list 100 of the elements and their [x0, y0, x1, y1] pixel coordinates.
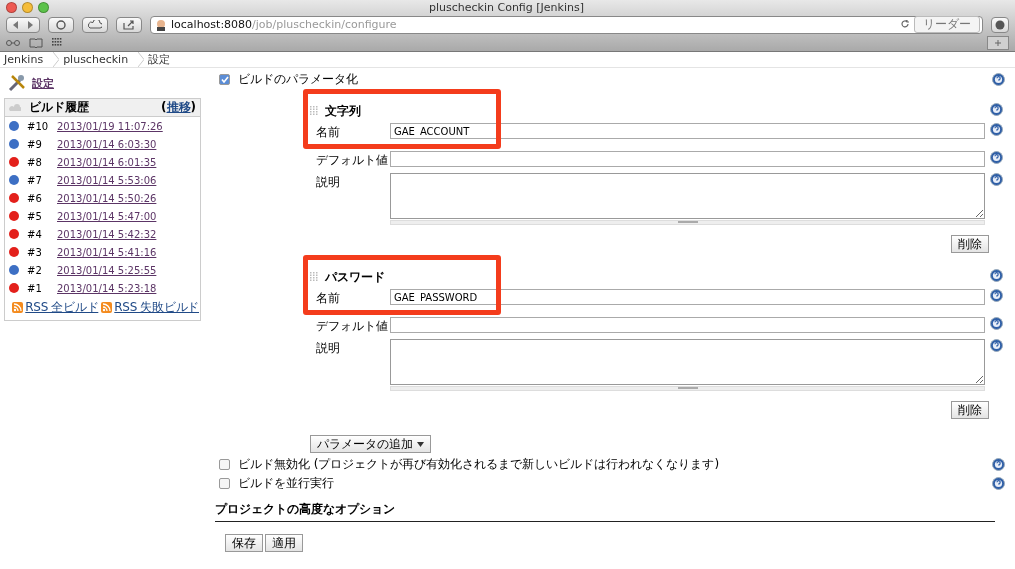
help-icon[interactable]	[989, 151, 1003, 164]
build-date-link[interactable]: 2013/01/14 6:01:35	[57, 156, 157, 168]
delete-button[interactable]: 削除	[951, 401, 989, 419]
build-number: #9	[27, 138, 43, 150]
rss-link[interactable]: RSS 失敗ビルド	[101, 299, 199, 316]
build-number: #4	[27, 228, 43, 240]
chevron-icon	[53, 52, 60, 67]
download-button[interactable]	[991, 16, 1009, 33]
help-icon[interactable]	[989, 269, 1003, 282]
build-date-link[interactable]: 2013/01/19 11:07:26	[57, 120, 163, 132]
default-value-field[interactable]	[390, 151, 985, 167]
address-field[interactable]: localhost:8080/job/pluscheckin/configure リーダー	[150, 15, 983, 34]
field-label: 説明	[315, 340, 341, 357]
build-date-link[interactable]: 2013/01/14 5:41:16	[57, 246, 157, 258]
delete-button[interactable]: 削除	[951, 235, 989, 253]
build-number: #2	[27, 264, 43, 276]
build-number: #1	[27, 282, 43, 294]
book-icon[interactable]	[29, 37, 43, 48]
add-parameter-button[interactable]: パラメータの追加	[310, 435, 431, 453]
cloud-button[interactable]	[82, 16, 108, 33]
build-number: #6	[27, 192, 43, 204]
trend-link[interactable]: 推移	[166, 100, 191, 114]
back-forward-button[interactable]	[6, 16, 40, 33]
build-number: #10	[27, 120, 50, 132]
close-icon[interactable]	[6, 1, 17, 13]
reader-button[interactable]: リーダー	[914, 16, 980, 33]
help-icon[interactable]	[989, 173, 1003, 186]
share-icon	[123, 19, 135, 30]
site-icon	[155, 18, 167, 31]
help-icon[interactable]	[989, 123, 1003, 136]
breadcrumb-link[interactable]: Jenkins	[0, 53, 54, 66]
check-icon	[220, 76, 229, 83]
build-date-link[interactable]: 2013/01/14 5:50:26	[57, 192, 157, 204]
rss-icon	[12, 302, 24, 313]
dot-icon	[995, 19, 1005, 30]
default-value-field[interactable]	[390, 317, 985, 333]
help-icon[interactable]	[989, 289, 1003, 302]
field-label: デフォルト値	[315, 318, 388, 335]
checkbox[interactable]	[219, 74, 230, 85]
checkbox-label: ビルドを並行実行	[238, 475, 335, 492]
breadcrumb-link[interactable]: 設定	[144, 52, 181, 67]
parameter-type: パスワード	[325, 268, 385, 286]
rss-icon	[101, 302, 113, 313]
breadcrumb-link[interactable]: pluscheckin	[59, 53, 139, 66]
build-date-link[interactable]: 2013/01/14 5:23:18	[57, 282, 157, 294]
arrows-icon	[12, 20, 34, 29]
chevron-icon	[138, 52, 145, 67]
browser-button[interactable]	[48, 16, 74, 33]
name-field[interactable]: GAE_ACCOUNT	[390, 123, 985, 139]
rss-link[interactable]: RSS 全ビルド	[12, 299, 99, 316]
settings-link[interactable]: 設定	[4, 74, 201, 92]
drag-handle-icon[interactable]	[310, 106, 319, 116]
scrollbar[interactable]	[390, 220, 985, 225]
caret-icon	[417, 441, 424, 447]
url-text: localhost:8080/job/pluscheckin/configure	[171, 18, 397, 31]
checkbox-label: ビルド無効化 (プロジェクトが再び有効化されるまで新しいビルドは行われなくなります)	[238, 456, 721, 473]
help-icon[interactable]	[992, 458, 1005, 471]
description-field[interactable]	[390, 339, 985, 385]
tools-icon	[8, 74, 26, 92]
checkbox-label: ビルドのパラメータ化	[238, 71, 359, 88]
help-icon[interactable]	[992, 477, 1005, 490]
checkbox[interactable]	[219, 459, 230, 470]
window-title: pluscheckin Config [Jenkins]	[428, 0, 585, 14]
build-date-link[interactable]: 2013/01/14 6:03:30	[57, 138, 157, 150]
build-number: #7	[27, 174, 43, 186]
build-number: #5	[27, 210, 43, 222]
help-icon[interactable]	[989, 339, 1003, 352]
panel-title: ビルド履歴	[29, 99, 90, 116]
reload-icon[interactable]	[901, 20, 910, 29]
field-label: 名前	[315, 124, 341, 141]
name-field[interactable]: GAE_PASSWORD	[390, 289, 985, 305]
section-title: プロジェクトの高度なオプション	[215, 495, 995, 522]
help-icon[interactable]	[992, 73, 1005, 86]
field-label: デフォルト値	[315, 152, 388, 169]
trend-label: (推移)	[161, 99, 196, 116]
grid-icon[interactable]	[52, 38, 62, 48]
build-date-link[interactable]: 2013/01/14 5:25:55	[57, 264, 157, 276]
help-icon[interactable]	[989, 103, 1003, 116]
glasses-icon[interactable]	[6, 39, 20, 47]
cloud-icon	[9, 103, 21, 112]
scrollbar[interactable]	[390, 386, 985, 391]
field-label: 名前	[315, 290, 341, 307]
share-button[interactable]	[116, 16, 142, 33]
build-date-link[interactable]: 2013/01/14 5:53:06	[57, 174, 157, 186]
minimize-icon[interactable]	[22, 1, 33, 13]
help-icon[interactable]	[989, 317, 1003, 330]
build-number: #3	[27, 246, 43, 258]
cloud-icon	[88, 20, 102, 29]
zoom-icon[interactable]	[38, 1, 49, 13]
checkbox[interactable]	[219, 478, 230, 489]
drag-handle-icon[interactable]	[310, 272, 319, 282]
build-date-link[interactable]: 2013/01/14 5:42:32	[57, 228, 157, 240]
form-button[interactable]: 適用	[265, 534, 303, 552]
form-button[interactable]: 保存	[225, 534, 263, 552]
description-field[interactable]	[390, 173, 985, 219]
circle-icon	[55, 19, 67, 30]
field-label: 説明	[315, 174, 341, 191]
parameter-type: 文字列	[325, 102, 361, 120]
build-number: #8	[27, 156, 43, 168]
build-date-link[interactable]: 2013/01/14 5:47:00	[57, 210, 157, 222]
